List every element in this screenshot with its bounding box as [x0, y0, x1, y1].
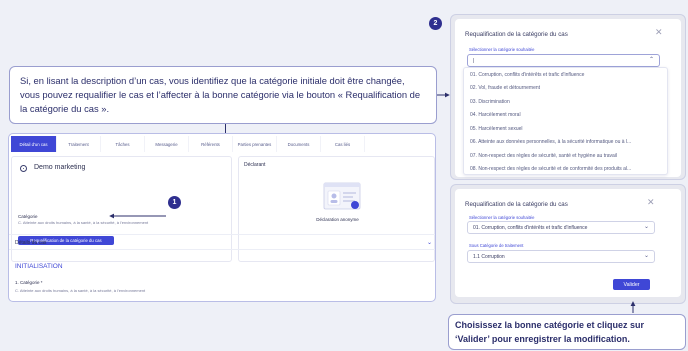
callout-connector-line	[225, 124, 226, 133]
category-dropdown-list: 01. Corruption, conflits d'intérêts et t…	[463, 67, 668, 175]
dropdown-option[interactable]: 08. Non-respect des règles de sécurité e…	[464, 163, 667, 177]
category-value: C. Atteinte aux droits humains, à la san…	[18, 220, 149, 225]
tab-referents[interactable]: Référents	[189, 136, 233, 152]
category-select[interactable]: 01. Corruption, conflits d'intérêts et t…	[467, 221, 655, 234]
tab-stakeholders[interactable]: Parties prenantes	[233, 136, 277, 152]
case-icon	[20, 165, 27, 172]
requalification-confirm-screenshot: Requalification de la catégorie du cas ✕…	[450, 184, 686, 304]
dropdown-option[interactable]: 03. Discrimination	[464, 95, 667, 109]
category-select-label: Sélectionner la catégorie souhaitée	[469, 47, 535, 52]
dropdown-option[interactable]: 06. Atteinte aux données personnelles, à…	[464, 136, 667, 150]
chevron-down-icon: ⌄	[643, 253, 649, 259]
requalification-confirm-modal: Requalification de la catégorie du cas ✕…	[455, 189, 681, 297]
case-title: Demo marketing	[34, 164, 86, 171]
step-1-badge: 1	[168, 196, 181, 209]
tab-tasks[interactable]: Tâches	[101, 136, 145, 152]
dropdown-option[interactable]: 02. Vol, fraude et détournement	[464, 82, 667, 96]
close-icon[interactable]: ✕	[647, 197, 655, 208]
anonymous-illustration-icon	[323, 182, 361, 210]
anonymous-declaration-text: Déclaration anonyme	[316, 217, 359, 222]
dropdown-option[interactable]: 04. Harcèlement moral	[464, 109, 667, 123]
case-details-label: Détails du cas	[15, 240, 47, 246]
validate-callout: Choisissez la bonne catégorie et cliquez…	[448, 314, 686, 350]
subcategory-select-value: 1.1 Corruption	[473, 254, 505, 260]
chevron-down-icon: ⌄	[643, 224, 649, 230]
dropdown-option[interactable]: 07. Non-respect des règles de sécurité, …	[464, 149, 667, 163]
initial-category-value: C. Atteinte aux droits humains, à la san…	[15, 288, 146, 293]
subcategory-select-label: Sous Catégorie de traitement	[469, 243, 524, 248]
category-select-label: Sélectionner la catégorie souhaitée	[469, 215, 535, 220]
tab-case-detail[interactable]: Détail d'un cas	[11, 136, 57, 152]
chevron-down-icon: ⌄	[426, 240, 432, 246]
initial-category-label: 1. Catégorie *	[15, 280, 43, 285]
tab-documents[interactable]: Documents	[277, 136, 321, 152]
step-2-badge: 2	[429, 17, 442, 30]
category-select-value: |	[473, 58, 475, 64]
initialisation-title: INITIALISATION	[15, 263, 63, 270]
dropdown-option[interactable]: 01. Corruption, conflits d'intérêts et t…	[464, 68, 667, 82]
case-details-accordion[interactable]: Détails du cas ⌄	[9, 234, 435, 250]
tab-linked-cases[interactable]: Cas liés	[321, 136, 365, 152]
requalification-dropdown-screenshot: Requalification de la catégorie du cas ✕…	[450, 14, 686, 180]
modal-title: Requalification de la catégorie du cas	[465, 201, 568, 208]
tab-messaging[interactable]: Messagerie	[145, 136, 189, 152]
close-icon[interactable]: ✕	[655, 27, 663, 38]
category-select-value: 01. Corruption, conflits d'intérêts et t…	[473, 225, 588, 231]
chevron-up-icon: ⌃	[648, 57, 654, 63]
category-label: Catégorie	[18, 214, 38, 219]
modal-title: Requalification de la catégorie du cas	[465, 31, 568, 38]
validate-button[interactable]: Valider	[613, 279, 650, 290]
dropdown-option[interactable]: 05. Harcèlement sexuel	[464, 122, 667, 136]
case-tabs: Détail d'un cas Traitement Tâches Messag…	[11, 136, 365, 152]
explanation-callout: Si, en lisant la description d’un cas, v…	[9, 66, 437, 124]
case-detail-screen: Détail d'un cas Traitement Tâches Messag…	[8, 133, 436, 302]
category-select[interactable]: | ⌃	[467, 54, 660, 67]
tab-treatment[interactable]: Traitement	[57, 136, 101, 152]
subcategory-select[interactable]: 1.1 Corruption ⌄	[467, 250, 655, 263]
declarant-title: Déclarant	[244, 162, 266, 168]
